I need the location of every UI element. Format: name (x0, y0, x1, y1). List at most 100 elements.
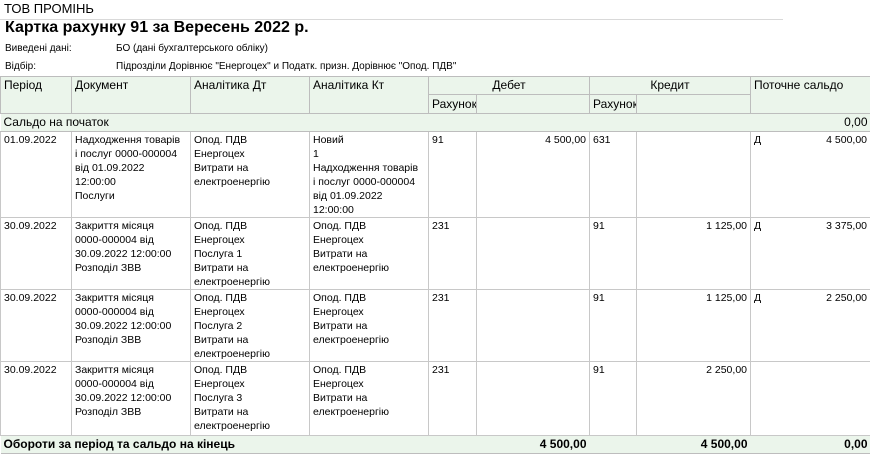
opening-balance-label: Сальдо на початок (1, 114, 766, 132)
analytics-kt-cell: Опод. ПДВЕнергоцехВитрати наелектроенерг… (310, 290, 429, 362)
document-line: і послуг 0000-000004 (75, 147, 187, 161)
document-cell: Надходження товаріві послуг 0000-000004в… (72, 132, 191, 218)
analytics-kt-line: Витрати на (313, 247, 425, 261)
analytics-dt-line: Витрати на (194, 161, 306, 175)
credit-amount-cell: 2 250,00 (637, 362, 751, 436)
analytics-kt-line: і послуг 0000-000004 (313, 175, 425, 189)
analytics-dt-line: електроенергію (194, 347, 306, 361)
credit-amount-cell: 1 125,00 (637, 290, 751, 362)
analytics-dt-line: Опод. ПДВ (194, 219, 306, 233)
debit-account-cell: 91 (429, 132, 477, 218)
balance-side-cell: Д (751, 290, 766, 362)
analytics-kt-line: від 01.09.2022 (313, 189, 425, 203)
analytics-kt-cell: Опод. ПДВЕнергоцехВитрати наелектроенерг… (310, 362, 429, 436)
document-line: 30.09.2022 12:00:00 (75, 391, 187, 405)
col-debit-account-header[interactable]: Рахунок (429, 95, 477, 114)
balance-amount-cell: 2 250,00 (766, 290, 870, 362)
meta-filter-label: Відбір: (5, 61, 36, 72)
analytics-dt-line: електроенергію (194, 275, 306, 289)
document-line: Розподіл ЗВВ (75, 261, 187, 275)
analytics-dt-line: Послуга 2 (194, 319, 306, 333)
document-cell: Закриття місяця0000-000004 від30.09.2022… (72, 362, 191, 436)
credit-amount-cell (637, 132, 751, 218)
document-line: від 01.09.2022 (75, 161, 187, 175)
analytics-kt-line: Енергоцех (313, 305, 425, 319)
document-line: 0000-000004 від (75, 377, 187, 391)
balance-side-cell: Д (751, 132, 766, 218)
analytics-kt-line: Опод. ПДВ (313, 291, 425, 305)
debit-amount-cell: 4 500,00 (477, 132, 590, 218)
meta-output-value: БО (дані бухгалтерського обліку) (116, 43, 268, 54)
analytics-dt-line: Витрати на (194, 333, 306, 347)
analytics-kt-line: Новий (313, 133, 425, 147)
document-line: 30.09.2022 12:00:00 (75, 247, 187, 261)
analytics-dt-cell: Опод. ПДВЕнергоцехПослуга 1Витрати наеле… (191, 218, 310, 290)
period-cell: 30.09.2022 (1, 362, 72, 436)
analytics-kt-line: Опод. ПДВ (313, 363, 425, 377)
col-document-header[interactable]: Документ (72, 77, 191, 114)
analytics-dt-line: Послуга 3 (194, 391, 306, 405)
analytics-kt-line: Надходження товарів (313, 161, 425, 175)
credit-account-cell: 91 (590, 218, 637, 290)
document-line: Розподіл ЗВВ (75, 333, 187, 347)
analytics-dt-line: Опод. ПДВ (194, 363, 306, 377)
document-line: Закриття місяця (75, 219, 187, 233)
table-row[interactable]: 30.09.2022Закриття місяця0000-000004 від… (1, 362, 870, 436)
analytics-dt-line: Енергоцех (194, 233, 306, 247)
document-line: 0000-000004 від (75, 305, 187, 319)
table-row[interactable]: 30.09.2022Закриття місяця0000-000004 від… (1, 290, 870, 362)
balance-side-cell: Д (751, 218, 766, 290)
col-credit-account-header[interactable]: Рахунок (590, 95, 637, 114)
debit-account-cell: 231 (429, 290, 477, 362)
document-line: Закриття місяця (75, 291, 187, 305)
balance-amount-cell: 3 375,00 (766, 218, 870, 290)
analytics-dt-line: електроенергію (194, 419, 306, 433)
document-line: Надходження товарів (75, 133, 187, 147)
col-credit-header[interactable]: Кредит (590, 77, 751, 95)
analytics-kt-line: електроенергію (313, 405, 425, 419)
analytics-dt-line: Витрати на (194, 405, 306, 419)
organization-bar: ТОВ ПРОМІНЬ (0, 0, 783, 20)
credit-amount-cell: 1 125,00 (637, 218, 751, 290)
analytics-dt-line: Енергоцех (194, 305, 306, 319)
debit-account-cell: 231 (429, 218, 477, 290)
balance-amount-cell (766, 362, 870, 436)
meta-filter-value: Підрозділи Дорівнює "Енергоцех" и Податк… (116, 61, 456, 72)
analytics-dt-cell: Опод. ПДВЕнергоцехПослуга 2Витрати наеле… (191, 290, 310, 362)
col-debit-amount-header (477, 95, 590, 114)
debit-account-cell: 231 (429, 362, 477, 436)
col-analytics-kt-header[interactable]: Аналітика Кт (310, 77, 429, 114)
analytics-kt-line: 12:00:00 (313, 203, 425, 217)
document-line: Розподіл ЗВВ (75, 405, 187, 419)
col-credit-amount-header (637, 95, 751, 114)
col-analytics-dt-header[interactable]: Аналітика Дт (191, 77, 310, 114)
col-period-header[interactable]: Період (1, 77, 72, 114)
analytics-dt-line: Опод. ПДВ (194, 133, 306, 147)
analytics-dt-line: Послуга 1 (194, 247, 306, 261)
analytics-kt-line: електроенергію (313, 261, 425, 275)
table-row[interactable]: 01.09.2022Надходження товаріві послуг 00… (1, 132, 870, 218)
table-row[interactable]: 30.09.2022Закриття місяця0000-000004 від… (1, 218, 870, 290)
analytics-dt-line: електроенергію (194, 175, 306, 189)
analytics-kt-line: Енергоцех (313, 377, 425, 391)
credit-account-cell: 91 (590, 362, 637, 436)
col-debit-header[interactable]: Дебет (429, 77, 590, 95)
document-line: 12:00:00 (75, 175, 187, 189)
period-cell: 01.09.2022 (1, 132, 72, 218)
document-line: 0000-000004 від (75, 233, 187, 247)
col-balance-header[interactable]: Поточне сальдо (751, 77, 870, 114)
balance-side-cell (751, 362, 766, 436)
opening-balance-value: 0,00 (766, 114, 870, 132)
document-line: 30.09.2022 12:00:00 (75, 319, 187, 333)
analytics-dt-line: Витрати на (194, 261, 306, 275)
document-cell: Закриття місяця0000-000004 від30.09.2022… (72, 218, 191, 290)
analytics-dt-line: Енергоцех (194, 377, 306, 391)
analytics-kt-cell: Новий1Надходження товаріві послуг 0000-0… (310, 132, 429, 218)
debit-amount-cell (477, 362, 590, 436)
report-title: Картка рахунку 91 за Вересень 2022 р. (5, 19, 309, 37)
period-cell: 30.09.2022 (1, 290, 72, 362)
analytics-dt-cell: Опод. ПДВЕнергоцехПослуга 3Витрати наеле… (191, 362, 310, 436)
analytics-dt-line: Опод. ПДВ (194, 291, 306, 305)
credit-account-cell: 631 (590, 132, 637, 218)
account-card-table: Період Документ Аналітика Дт Аналітика К… (0, 76, 870, 454)
